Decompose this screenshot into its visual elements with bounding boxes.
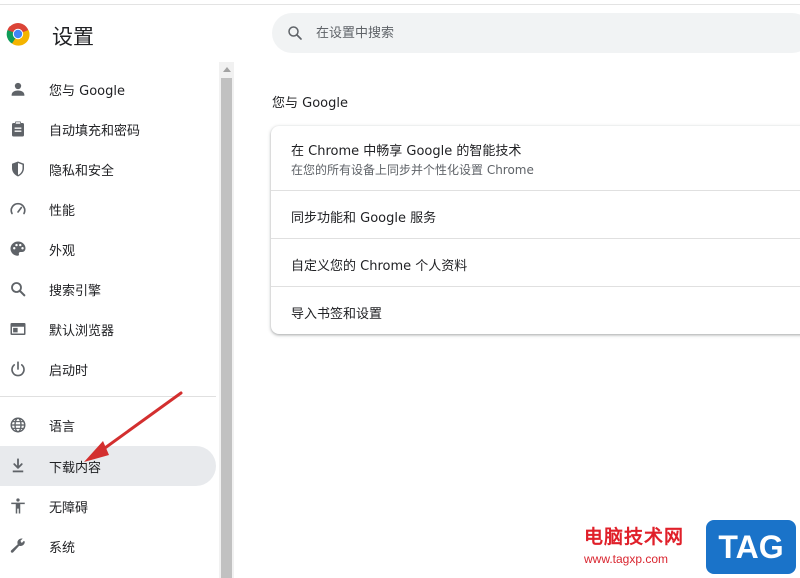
scrollbar-thumb[interactable]	[221, 78, 232, 578]
row-title: 自定义您的 Chrome 个人资料	[291, 259, 468, 274]
sidebar-item-accessibility[interactable]: 无障碍	[0, 486, 216, 526]
search-input[interactable]	[316, 21, 776, 45]
row-title: 同步功能和 Google 服务	[291, 211, 437, 226]
sidebar-item-label: 搜索引擎	[49, 283, 102, 299]
page-title: 设置	[52, 25, 94, 49]
sidebar-item-appearance[interactable]: 外观	[0, 229, 216, 269]
sidebar-item-label: 默认浏览器	[49, 323, 115, 339]
watermark-site-name: 电脑技术网	[584, 526, 685, 548]
sidebar-item-label: 无障碍	[49, 500, 89, 516]
speedometer-icon	[8, 199, 28, 219]
sidebar-item-on-startup[interactable]: 启动时	[0, 349, 216, 389]
site-watermark: 电脑技术网 www.tagxp.com TAG	[560, 518, 800, 578]
sidebar-item-label: 您与 Google	[49, 83, 125, 99]
sidebar-item-downloads[interactable]: 下载内容	[0, 446, 216, 486]
power-icon	[8, 359, 28, 379]
browser-icon	[8, 319, 28, 339]
sidebar-item-you-and-google[interactable]: 您与 Google	[0, 69, 216, 109]
row-sync-services[interactable]: 同步功能和 Google 服务	[271, 190, 800, 238]
sidebar-item-label: 隐私和安全	[49, 163, 115, 179]
sidebar-scrollbar[interactable]	[219, 62, 234, 578]
search-box[interactable]	[272, 13, 800, 53]
row-google-smarts[interactable]: 在 Chrome 中畅享 Google 的智能技术 在您的所有设备上同步并个性化…	[271, 126, 800, 190]
sidebar-item-label: 性能	[49, 203, 76, 219]
scroll-up-arrow-icon[interactable]	[219, 62, 234, 76]
clipboard-icon	[8, 119, 28, 139]
sidebar-item-label: 系统	[49, 540, 76, 556]
search-icon	[288, 26, 302, 40]
sidebar-item-label: 语言	[49, 419, 76, 435]
sidebar-item-system[interactable]: 系统	[0, 526, 216, 566]
row-customize-profile[interactable]: 自定义您的 Chrome 个人资料	[271, 238, 800, 286]
sidebar-item-performance[interactable]: 性能	[0, 189, 216, 229]
row-import-bookmarks[interactable]: 导入书签和设置	[271, 286, 800, 334]
sidebar-item-label: 下载内容	[49, 460, 102, 476]
section-title: 您与 Google	[272, 96, 348, 111]
sidebar-item-search-engine[interactable]: 搜索引擎	[0, 269, 216, 309]
row-subtitle: 在您的所有设备上同步并个性化设置 Chrome	[291, 163, 534, 177]
watermark-tag-badge: TAG	[706, 520, 796, 574]
watermark-url: www.tagxp.com	[584, 552, 669, 566]
sidebar-nav: 您与 Google 自动填充和密码 隐私和安全 性能 外观 搜索引擎 默认浏览器…	[0, 66, 218, 578]
sidebar-item-label: 启动时	[49, 363, 89, 379]
row-title: 导入书签和设置	[291, 307, 383, 322]
sidebar-item-label: 自动填充和密码	[49, 123, 141, 139]
sidebar-item-autofill[interactable]: 自动填充和密码	[0, 109, 216, 149]
row-title: 在 Chrome 中畅享 Google 的智能技术	[291, 144, 522, 159]
globe-icon	[8, 415, 28, 435]
sidebar-item-privacy[interactable]: 隐私和安全	[0, 149, 216, 189]
shield-icon	[8, 159, 28, 179]
person-icon	[8, 79, 28, 99]
sidebar-divider	[0, 396, 216, 397]
sidebar-item-languages[interactable]: 语言	[0, 405, 216, 445]
chrome-logo-icon	[6, 23, 30, 46]
you-and-google-card: 在 Chrome 中畅享 Google 的智能技术 在您的所有设备上同步并个性化…	[271, 126, 800, 334]
wrench-icon	[8, 536, 28, 556]
search-icon	[8, 279, 28, 299]
window-top-border	[0, 4, 800, 5]
palette-icon	[8, 239, 28, 259]
sidebar-item-default-browser[interactable]: 默认浏览器	[0, 309, 216, 349]
sidebar-item-label: 外观	[49, 243, 76, 259]
download-icon	[8, 456, 28, 476]
accessibility-icon	[8, 496, 28, 516]
